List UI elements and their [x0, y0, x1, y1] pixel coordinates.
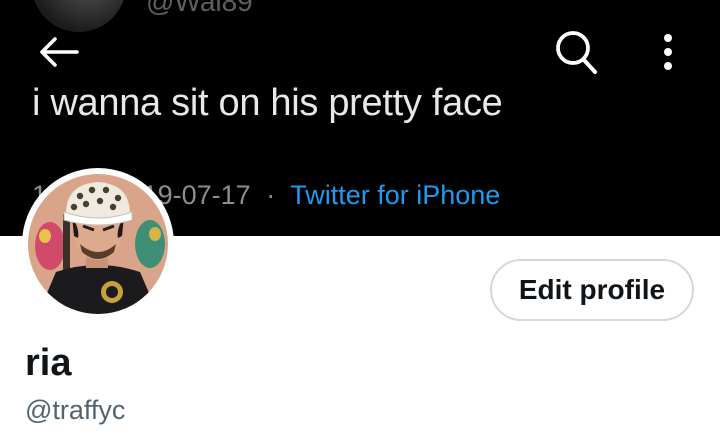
banner-avatar-image	[32, 0, 126, 32]
avatar-image	[28, 174, 168, 314]
edit-profile-button[interactable]: Edit profile	[490, 259, 694, 321]
arrow-left-icon	[40, 37, 79, 67]
more-options-button[interactable]	[646, 26, 690, 78]
profile-display-name: ria	[25, 342, 72, 384]
profile-avatar[interactable]	[22, 168, 174, 320]
meta-separator: ·	[266, 180, 276, 210]
profile-handle: @traffyc	[25, 395, 126, 425]
back-button[interactable]	[30, 30, 86, 74]
tweet-source: Twitter for iPhone	[290, 180, 501, 210]
search-icon	[556, 31, 597, 74]
more-vertical-icon	[664, 34, 672, 70]
banner-tweet-text: i wanna sit on his pretty face	[32, 82, 503, 124]
search-button[interactable]	[548, 24, 604, 80]
banner-quoted-handle: @Wal89	[146, 0, 253, 17]
